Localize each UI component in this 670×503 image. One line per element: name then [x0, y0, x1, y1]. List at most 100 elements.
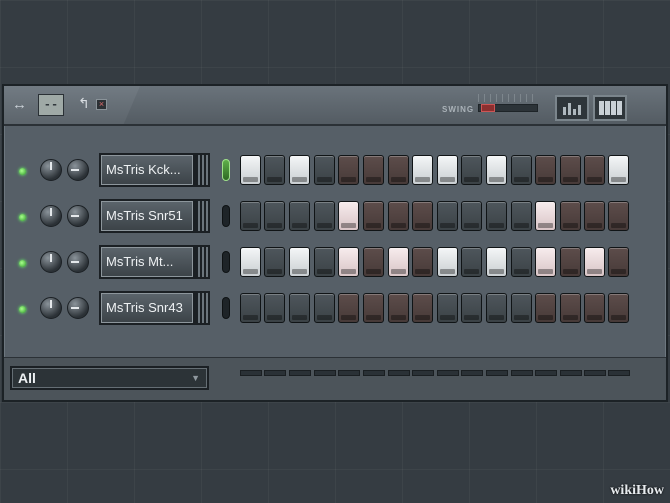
channel-pan-knob[interactable]: [67, 297, 89, 319]
step-button[interactable]: [608, 247, 629, 277]
channel-volume-knob[interactable]: [40, 297, 62, 319]
step-button[interactable]: [338, 155, 359, 185]
channel-pan-knob[interactable]: [67, 159, 89, 181]
step-button[interactable]: [412, 155, 433, 185]
step-button[interactable]: [511, 155, 532, 185]
channel-name-button[interactable]: MsTris Snr43: [99, 291, 195, 325]
step-button[interactable]: [314, 247, 335, 277]
step-button[interactable]: [560, 201, 581, 231]
channel-pan-knob[interactable]: [67, 205, 89, 227]
step-button[interactable]: [289, 201, 310, 231]
step-button[interactable]: [486, 155, 507, 185]
step-button[interactable]: [461, 201, 482, 231]
step-button[interactable]: [608, 293, 629, 323]
step-button[interactable]: [338, 201, 359, 231]
step-button[interactable]: [264, 293, 285, 323]
channel-mixer-track[interactable]: [194, 291, 210, 325]
step-button[interactable]: [437, 155, 458, 185]
step-button[interactable]: [535, 247, 556, 277]
step-button[interactable]: [338, 293, 359, 323]
step-button[interactable]: [486, 201, 507, 231]
arrows-horizontal-icon[interactable]: ↔: [12, 96, 27, 113]
step-button[interactable]: [437, 293, 458, 323]
channel-mute-led[interactable]: [19, 260, 26, 267]
channel-volume-knob[interactable]: [40, 251, 62, 273]
step-button[interactable]: [560, 247, 581, 277]
step-button[interactable]: [363, 201, 384, 231]
step-button[interactable]: [264, 201, 285, 231]
step-button[interactable]: [289, 293, 310, 323]
step-button[interactable]: [486, 293, 507, 323]
piano-roll-view-button[interactable]: [593, 95, 627, 121]
channel-name-button[interactable]: MsTris Mt...: [99, 245, 195, 279]
step-button[interactable]: [608, 201, 629, 231]
step-button[interactable]: [560, 155, 581, 185]
close-icon[interactable]: ×: [96, 99, 107, 110]
step-button[interactable]: [388, 247, 409, 277]
step-button[interactable]: [608, 155, 629, 185]
step-button[interactable]: [388, 201, 409, 231]
step-button[interactable]: [511, 201, 532, 231]
channel-volume-knob[interactable]: [40, 159, 62, 181]
step-button[interactable]: [535, 201, 556, 231]
step-button[interactable]: [363, 247, 384, 277]
channel-pan-knob[interactable]: [67, 251, 89, 273]
step-button[interactable]: [461, 247, 482, 277]
step-button[interactable]: [363, 155, 384, 185]
step-button[interactable]: [388, 155, 409, 185]
channel-mixer-track[interactable]: [194, 245, 210, 279]
step-button[interactable]: [412, 247, 433, 277]
step-button[interactable]: [314, 293, 335, 323]
channel-name-button[interactable]: MsTris Kck...: [99, 153, 195, 187]
channel-mixer-track[interactable]: [194, 153, 210, 187]
step-button[interactable]: [535, 293, 556, 323]
channel-select-indicator[interactable]: [222, 205, 230, 227]
channel-filter-select[interactable]: All ▼: [10, 366, 209, 390]
bottom-bar: All ▼: [4, 357, 666, 400]
channel-mixer-track[interactable]: [194, 199, 210, 233]
step-button[interactable]: [412, 201, 433, 231]
channel-volume-knob[interactable]: [40, 205, 62, 227]
step-button[interactable]: [584, 293, 605, 323]
pattern-display[interactable]: --: [38, 94, 64, 116]
channel-select-indicator[interactable]: [222, 297, 230, 319]
step-button[interactable]: [584, 247, 605, 277]
step-button[interactable]: [412, 293, 433, 323]
step-button[interactable]: [584, 155, 605, 185]
step-button[interactable]: [363, 293, 384, 323]
step-button[interactable]: [388, 293, 409, 323]
step-button[interactable]: [461, 155, 482, 185]
step-button[interactable]: [461, 293, 482, 323]
channel-select-indicator[interactable]: [222, 159, 230, 181]
step-button[interactable]: [264, 247, 285, 277]
step-button[interactable]: [560, 293, 581, 323]
step-button[interactable]: [511, 293, 532, 323]
channel-mute-led[interactable]: [19, 306, 26, 313]
step-button[interactable]: [338, 247, 359, 277]
step-button[interactable]: [289, 247, 310, 277]
step-button[interactable]: [584, 201, 605, 231]
step-button[interactable]: [437, 201, 458, 231]
step-button[interactable]: [314, 155, 335, 185]
channel-mute-led[interactable]: [19, 214, 26, 221]
step-button[interactable]: [240, 247, 261, 277]
undo-icon[interactable]: ↰: [78, 95, 90, 112]
step-button[interactable]: [240, 155, 261, 185]
swing-slider-handle[interactable]: [481, 104, 496, 112]
step-button[interactable]: [511, 247, 532, 277]
step-button[interactable]: [264, 155, 285, 185]
step-button[interactable]: [437, 247, 458, 277]
bars-view-icon: [563, 107, 566, 115]
channel-select-indicator[interactable]: [222, 251, 230, 273]
channel-mute-led[interactable]: [19, 168, 26, 175]
step-button[interactable]: [240, 293, 261, 323]
step-sequencer-window: ↔ -- ↰ × SWING MsTris Kck... MsTris Snr51…: [2, 84, 668, 402]
step-button[interactable]: [289, 155, 310, 185]
channel-name-button[interactable]: MsTris Snr51: [99, 199, 195, 233]
step-button[interactable]: [535, 155, 556, 185]
step-button[interactable]: [486, 247, 507, 277]
step-button[interactable]: [314, 201, 335, 231]
bars-view-button[interactable]: [555, 95, 589, 121]
swing-slider[interactable]: [478, 104, 538, 112]
step-button[interactable]: [240, 201, 261, 231]
